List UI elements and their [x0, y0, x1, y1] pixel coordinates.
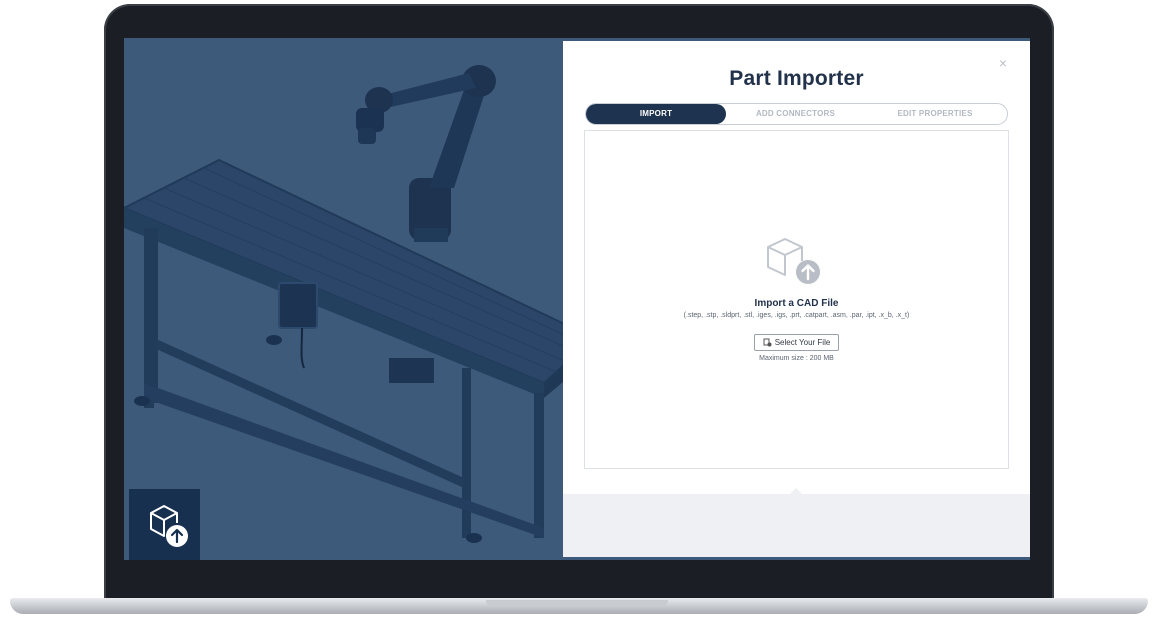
- importer-steps-tabs: IMPORT ADD CONNECTORS EDIT PROPERTIES: [585, 103, 1008, 125]
- import-heading: Import a CAD File: [754, 298, 839, 309]
- tab-import[interactable]: IMPORT: [586, 104, 726, 124]
- max-size-note: Maximum size : 200 MB: [759, 355, 834, 362]
- select-file-label: Select Your File: [774, 338, 831, 347]
- cube-upload-icon: [150, 505, 188, 547]
- tab-add-connectors[interactable]: ADD CONNECTORS: [728, 104, 863, 124]
- file-dropzone[interactable]: Import a CAD File (.step, .stp, .sldprt,…: [584, 130, 1009, 469]
- supported-formats: (.step, .stp, .sldprt, .stl, .iges, .igs…: [683, 312, 910, 319]
- tab-edit-properties[interactable]: EDIT PROPERTIES: [865, 104, 1005, 124]
- cube-upload-icon: [767, 238, 820, 284]
- panel-footer: [563, 494, 1030, 557]
- part-importer-panel: × Part Importer IMPORT ADD CONNECTORS ED…: [563, 41, 1030, 557]
- app-screen: × Part Importer IMPORT ADD CONNECTORS ED…: [124, 38, 1030, 560]
- file-add-icon: [763, 338, 772, 347]
- import-part-tile[interactable]: [129, 489, 200, 560]
- laptop-notch: [486, 600, 668, 607]
- select-file-button[interactable]: Select Your File: [754, 334, 839, 351]
- panel-title: Part Importer: [729, 67, 864, 90]
